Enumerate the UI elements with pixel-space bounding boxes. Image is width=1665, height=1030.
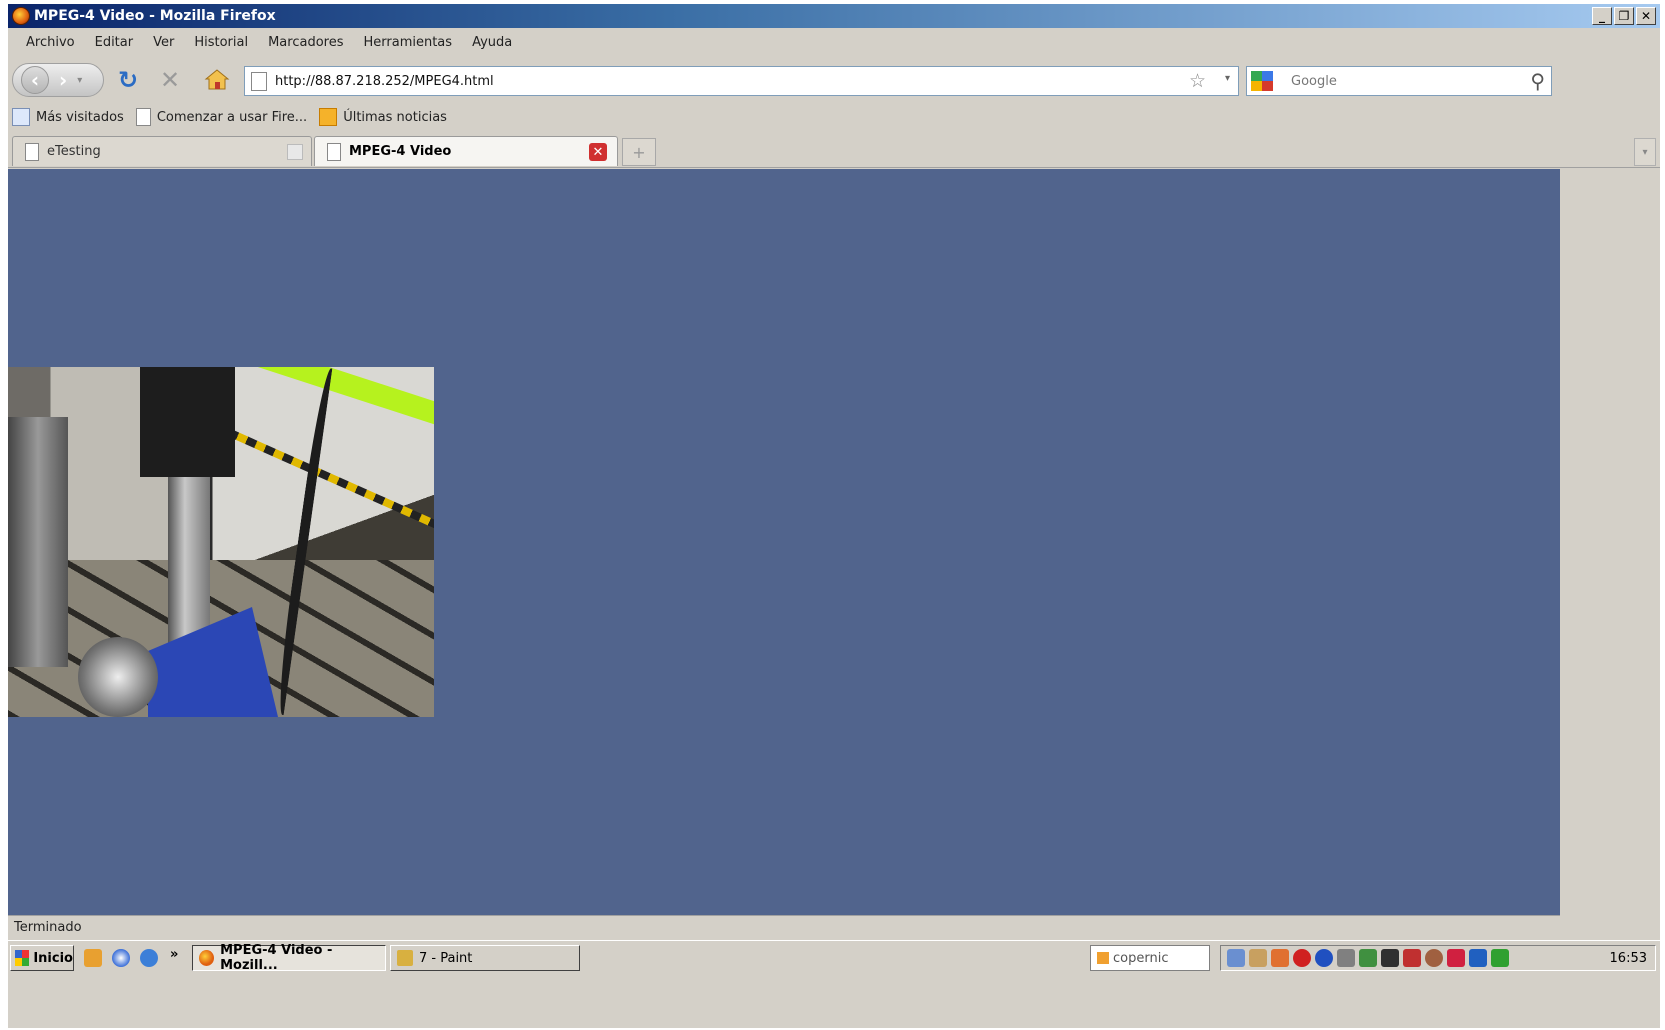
tray-icon[interactable] <box>1425 949 1443 967</box>
back-forward-group: ‹ › ▾ <box>12 63 104 97</box>
page-icon <box>327 142 341 161</box>
title-bar: MPEG-4 Video - Mozilla Firefox _ ❐ ✕ <box>8 4 1660 28</box>
tray-icon[interactable] <box>1271 949 1289 967</box>
copernic-search-box[interactable]: copernic <box>1090 945 1210 971</box>
history-dropdown-icon[interactable]: ▾ <box>77 75 82 86</box>
close-window-button[interactable]: ✕ <box>1636 7 1656 25</box>
windows-logo-icon <box>15 950 30 966</box>
clock: 16:53 <box>1609 951 1647 966</box>
menu-herramientas[interactable]: Herramientas <box>354 35 463 50</box>
page-icon <box>135 108 151 126</box>
google-icon[interactable] <box>1251 71 1273 91</box>
network-icon[interactable] <box>1491 949 1509 967</box>
tray-icon[interactable] <box>1337 949 1355 967</box>
menu-ayuda[interactable]: Ayuda <box>462 35 522 50</box>
tray-icon[interactable] <box>1447 949 1465 967</box>
quicklaunch-icon[interactable] <box>84 949 102 967</box>
tab-list-icon[interactable]: ▾ <box>1634 138 1656 166</box>
reload-button[interactable]: ↻ <box>118 66 138 94</box>
menu-archivo[interactable]: Archivo <box>16 35 85 50</box>
bookmark-mas-visitados[interactable]: Más visitados <box>12 108 124 126</box>
rss-icon <box>319 108 338 126</box>
bookmark-star-icon[interactable]: ☆ <box>1189 70 1206 92</box>
taskbar-firefox-button[interactable]: MPEG-4 Video - Mozill... <box>192 943 386 973</box>
start-button[interactable]: Inicio <box>10 945 74 971</box>
tab-mpeg4-video[interactable]: MPEG-4 Video ✕ <box>314 136 618 166</box>
ie-quicklaunch-icon[interactable] <box>140 949 158 967</box>
browser-window: MPEG-4 Video - Mozilla Firefox _ ❐ ✕ Arc… <box>8 4 1660 1028</box>
menu-historial[interactable]: Historial <box>184 35 258 50</box>
tab-bar: eTesting MPEG-4 Video ✕ + ▾ <box>8 134 1660 168</box>
tray-icon[interactable] <box>1249 949 1267 967</box>
taskbar-paint-button[interactable]: 7 - Paint <box>390 945 580 971</box>
url-dropdown-icon[interactable]: ▾ <box>1225 73 1230 84</box>
tray-icon[interactable] <box>1381 949 1399 967</box>
tray-icon[interactable] <box>1359 949 1377 967</box>
search-placeholder: Google <box>1291 73 1337 89</box>
browser-quicklaunch-icon[interactable] <box>112 949 130 967</box>
menu-marcadores[interactable]: Marcadores <box>258 35 353 50</box>
page-content <box>8 169 1560 915</box>
back-button[interactable]: ‹ <box>21 66 49 94</box>
menu-editar[interactable]: Editar <box>85 35 144 50</box>
menu-ver[interactable]: Ver <box>143 35 184 50</box>
system-tray: 16:53 <box>1220 945 1656 971</box>
bookmark-ultimas-noticias[interactable]: Últimas noticias <box>319 108 447 126</box>
quicklaunch-overflow-icon[interactable]: » <box>170 947 178 962</box>
smart-folder-icon <box>12 108 30 126</box>
forward-button[interactable]: › <box>59 68 67 92</box>
url-text: http://88.87.218.252/MPEG4.html <box>275 73 494 89</box>
page-icon <box>251 72 267 91</box>
copernic-icon <box>1097 952 1109 964</box>
tab-close-icon[interactable] <box>287 144 303 160</box>
page-icon <box>25 142 39 161</box>
video-flange <box>78 637 158 717</box>
menu-bar: Archivo Editar Ver Historial Marcadores … <box>8 30 1660 54</box>
url-bar[interactable]: http://88.87.218.252/MPEG4.html ☆ ▾ <box>244 66 1239 96</box>
home-icon[interactable] <box>204 68 230 90</box>
video-head <box>140 367 235 477</box>
tray-icon[interactable] <box>1227 949 1245 967</box>
taskbar: Inicio » MPEG-4 Video - Mozill... 7 - Pa… <box>8 940 1660 974</box>
firefox-icon <box>199 950 215 966</box>
navigation-toolbar: ‹ › ▾ ↻ ✕ http://88.87.218.252/MPEG4.htm… <box>8 58 1660 102</box>
tab-etesting[interactable]: eTesting <box>12 136 312 166</box>
search-bar[interactable]: Google ⚲ <box>1246 66 1552 96</box>
status-bar: Terminado <box>8 915 1560 939</box>
bookmark-comenzar[interactable]: Comenzar a usar Fire... <box>135 108 307 126</box>
stop-button[interactable]: ✕ <box>160 66 180 94</box>
window-title: MPEG-4 Video - Mozilla Firefox <box>34 8 276 24</box>
bluetooth-icon[interactable] <box>1315 949 1333 967</box>
minimize-button[interactable]: _ <box>1592 7 1612 25</box>
firefox-icon <box>12 7 30 25</box>
status-text: Terminado <box>14 920 82 935</box>
tray-icon[interactable] <box>1293 949 1311 967</box>
video-player[interactable] <box>8 367 434 717</box>
tab-close-icon[interactable]: ✕ <box>589 143 607 161</box>
restore-button[interactable]: ❐ <box>1614 7 1634 25</box>
tray-icon[interactable] <box>1403 949 1421 967</box>
tray-icon[interactable] <box>1469 949 1487 967</box>
search-icon[interactable]: ⚲ <box>1530 69 1545 93</box>
new-tab-button[interactable]: + <box>622 138 656 166</box>
video-rig <box>8 417 68 667</box>
bookmarks-toolbar: Más visitados Comenzar a usar Fire... Úl… <box>8 104 1660 130</box>
paint-icon <box>397 950 413 966</box>
video-stripe <box>249 367 434 433</box>
